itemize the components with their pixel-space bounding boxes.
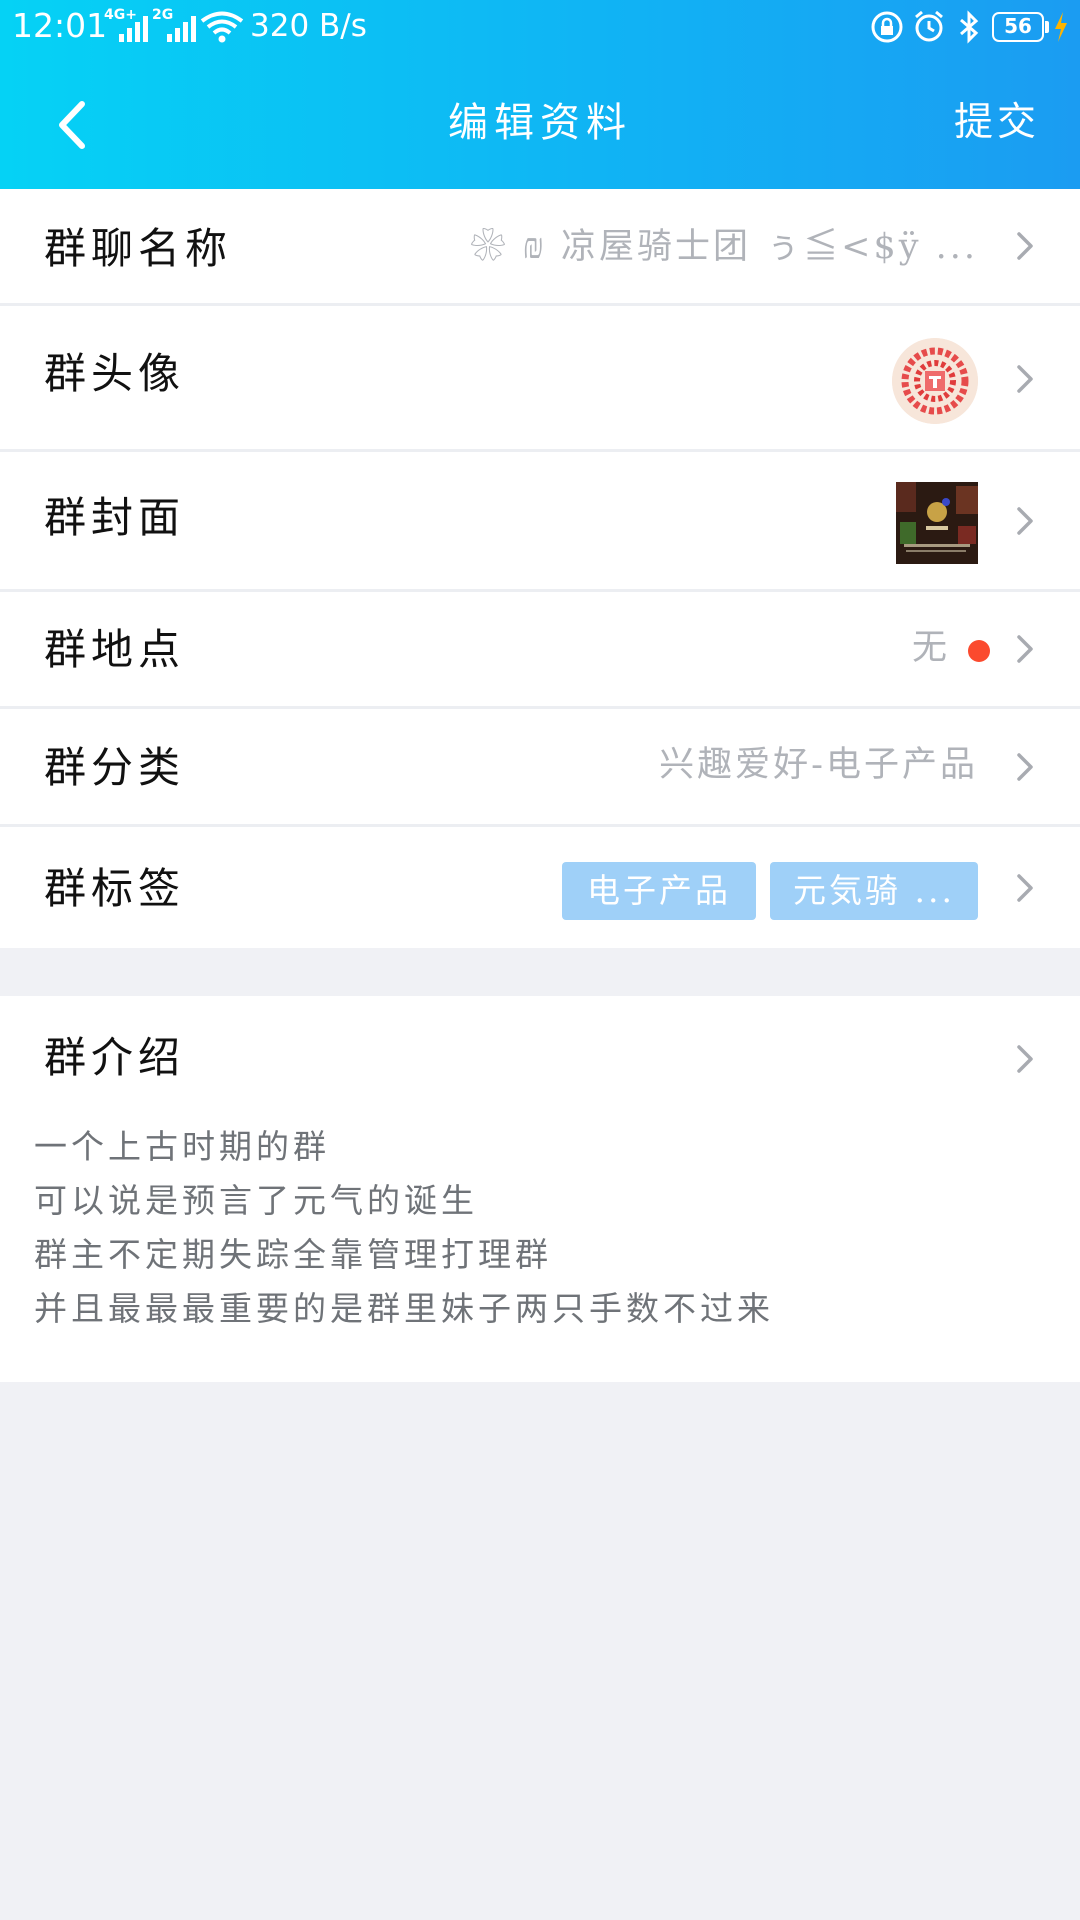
row-label-group-category: 群分类 [44, 743, 186, 792]
lock-rotation-icon [871, 11, 903, 43]
group-tag-chip: 电子产品 [562, 862, 756, 920]
group-avatar-image [892, 338, 978, 424]
intro-line: 可以说是预言了元气的诞生 [34, 1181, 478, 1220]
group-cover-image [896, 482, 978, 564]
row-label-group-tags: 群标签 [44, 864, 186, 913]
chevron-right-icon [1017, 753, 1033, 781]
chevron-right-icon [1017, 507, 1033, 535]
alarm-icon [915, 10, 943, 42]
group-intro-text: 一个上古时期的群 可以说是预言了元气的诞生 群主不定期失踪全靠管理打理群 并且最… [34, 1120, 1034, 1336]
row-group-name[interactable]: 群聊名称 ❀ ₪ 凉屋骑士团 ぅ≦<$ÿ ... [0, 189, 1080, 303]
row-label-group-location: 群地点 [44, 625, 186, 674]
status-time: 12:01 [12, 6, 108, 45]
bluetooth-icon [960, 10, 979, 44]
battery-tip [1045, 21, 1049, 33]
group-tag-chip: 元気骑 ... [770, 862, 978, 920]
row-label-group-name: 群聊名称 [44, 224, 233, 273]
row-group-location[interactable]: 群地点 无 [0, 592, 1080, 706]
unread-dot-badge [968, 640, 990, 662]
app-header: 12:01 4G+ 2G 320 B/s 56 编辑资料 提交 [0, 0, 1080, 189]
chevron-right-icon [1017, 1045, 1033, 1073]
nav-bar: 编辑资料 提交 [0, 66, 1080, 189]
battery-icon: 56 [992, 12, 1044, 42]
location-value: 无 [911, 628, 950, 668]
row-label-group-avatar: 群头像 [44, 349, 186, 398]
row-label-group-intro: 群介绍 [44, 1033, 186, 1082]
chevron-right-icon [1017, 635, 1033, 663]
wifi-icon [200, 11, 244, 43]
chevron-right-icon [1017, 365, 1033, 393]
status-bar: 12:01 4G+ 2G 320 B/s 56 [0, 0, 1080, 54]
intro-line: 一个上古时期的群 [34, 1127, 330, 1166]
charging-icon [1055, 12, 1067, 42]
chevron-right-icon [1017, 232, 1033, 260]
group-name-value: ❀ ₪ 凉屋骑士团 ぅ≦<$ÿ ... [470, 227, 978, 267]
row-label-group-cover: 群封面 [44, 493, 186, 542]
page-title: 编辑资料 [448, 100, 632, 146]
category-value: 兴趣爱好-电子产品 [659, 745, 978, 785]
intro-line: 群主不定期失踪全靠管理打理群 [34, 1235, 552, 1274]
signal-4g-icon: 4G+ [104, 8, 148, 42]
network-speed: 320 B/s [250, 8, 367, 44]
signal-2g-icon: 2G [152, 8, 196, 42]
submit-button[interactable]: 提交 [954, 98, 1040, 148]
chevron-right-icon [1017, 874, 1033, 902]
intro-line: 并且最最最重要的是群里妹子两只手数不过来 [34, 1289, 774, 1328]
row-group-category[interactable]: 群分类 兴趣爱好-电子产品 [0, 709, 1080, 824]
